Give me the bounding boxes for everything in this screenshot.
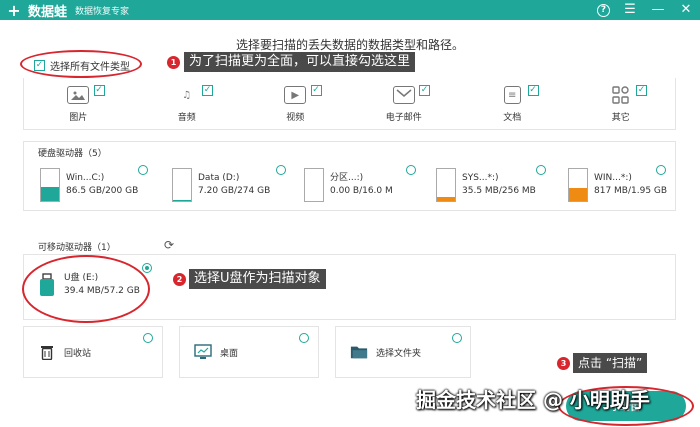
- watermark: 掘金技术社区 @ 小明助手: [416, 388, 650, 412]
- location-desktop[interactable]: 桌面: [179, 326, 319, 378]
- drive-c-radio[interactable]: [138, 165, 148, 175]
- drive-name: SYS...*:): [462, 173, 499, 183]
- file-type-label: 其它: [611, 113, 630, 123]
- drive-d-radio[interactable]: [276, 165, 286, 175]
- drive-name: 分区...:): [330, 173, 364, 183]
- location-label: 回收站: [64, 348, 92, 359]
- annotation-number-3: 3: [557, 357, 570, 370]
- drive-size: 86.5 GB/200 GB: [66, 186, 139, 196]
- document-icon: ≡: [503, 86, 521, 104]
- file-type-label: 图片: [69, 113, 88, 123]
- drive-fill: [41, 187, 59, 201]
- drive-size: 35.5 MB/256 MB: [462, 186, 536, 196]
- desktop-icon: [194, 344, 212, 359]
- location-label: 桌面: [220, 348, 239, 359]
- email-icon: [392, 86, 415, 104]
- file-type-email[interactable]: ✓ 电子邮件: [350, 78, 459, 129]
- annotation-note-1: 为了扫描更为全面，可以直接勾选这里: [184, 52, 416, 72]
- title-bar: + 数据蛙 数据恢复专家 ? ☰ — ✕: [0, 0, 700, 20]
- trash-icon: [38, 345, 56, 360]
- refresh-icon[interactable]: ⟳: [164, 238, 174, 252]
- hard-drive-title: 硬盘驱动器（5）: [38, 149, 107, 159]
- drive-partition[interactable]: 分区...:) 0.00 B/16.0 M: [304, 168, 393, 202]
- other-type-check[interactable]: ✓: [636, 85, 647, 96]
- drive-sys-radio[interactable]: [536, 165, 546, 175]
- drive-d[interactable]: Data (D:) 7.20 GB/274 GB: [172, 168, 270, 202]
- file-type-label: 文档: [503, 113, 522, 123]
- document-type-check[interactable]: ✓: [527, 85, 539, 96]
- file-type-label: 视频: [286, 113, 305, 123]
- drive-size: 7.20 GB/274 GB: [198, 186, 271, 196]
- drive-name: WIN...*:): [594, 173, 632, 183]
- recycle-bin-radio[interactable]: [143, 333, 153, 343]
- location-recycle-bin[interactable]: 回收站: [23, 326, 163, 378]
- annotation-ellipse-2: [22, 255, 150, 323]
- file-type-panel: ✓ 图片 ✓ ♫ 音频 ✓ ▶ 视频 ✓ 电子邮件 ✓ ≡ 文档 ✓ 其它: [23, 78, 676, 130]
- location-label: 选择文件夹: [376, 348, 422, 359]
- usb-drive-radio[interactable]: [142, 263, 152, 273]
- file-type-label: 音频: [177, 113, 196, 123]
- grid-icon: [610, 86, 632, 104]
- drive-name: Data (D:): [198, 173, 240, 183]
- choose-folder-radio[interactable]: [452, 333, 462, 343]
- minimize-button[interactable]: —: [650, 0, 666, 20]
- drive-icon: [40, 168, 60, 202]
- annotation-number-1: 1: [167, 56, 180, 69]
- file-type-images[interactable]: ✓ 图片: [24, 78, 133, 129]
- help-icon[interactable]: ?: [597, 3, 610, 17]
- app-name: 数据蛙: [28, 4, 68, 20]
- image-type-check[interactable]: ✓: [93, 85, 105, 96]
- drive-partition-radio[interactable]: [406, 165, 416, 175]
- drive-win[interactable]: WIN...*:) 817 MB/1.95 GB: [568, 168, 667, 202]
- menu-icon[interactable]: ☰: [622, 0, 638, 20]
- location-choose-folder[interactable]: 选择文件夹: [335, 326, 471, 378]
- app-subtitle: 数据恢复专家: [75, 6, 130, 17]
- music-icon: ♫: [182, 89, 192, 101]
- drive-name: Win...C:): [66, 173, 105, 183]
- desktop-radio[interactable]: [299, 333, 309, 343]
- drive-size: 0.00 B/16.0 M: [330, 186, 393, 196]
- removable-drive-title: 可移动驱动器（1）: [38, 243, 116, 253]
- drive-icon: [172, 168, 192, 202]
- annotation-note-3: 点击 “扫描”: [573, 353, 648, 373]
- annotation-number-2: 2: [173, 273, 186, 286]
- file-type-documents[interactable]: ✓ ≡ 文档: [458, 78, 567, 129]
- app-logo-icon: +: [7, 0, 21, 20]
- video-icon: ▶: [284, 86, 307, 104]
- audio-type-check[interactable]: ✓: [202, 85, 213, 96]
- drive-win-radio[interactable]: [656, 165, 666, 175]
- file-type-label: 电子邮件: [385, 113, 422, 123]
- drive-fill: [437, 196, 455, 201]
- image-icon: [67, 86, 90, 104]
- annotation-note-2: 选择U盘作为扫描对象: [189, 269, 326, 289]
- folder-icon: [350, 345, 368, 359]
- drive-c[interactable]: Win...C:) 86.5 GB/200 GB: [40, 168, 138, 202]
- drive-size: 817 MB/1.95 GB: [594, 186, 668, 196]
- annotation-ellipse-1: [20, 50, 142, 78]
- video-type-check[interactable]: ✓: [310, 85, 322, 96]
- drive-fill: [569, 187, 587, 201]
- drive-icon: [568, 168, 588, 202]
- drive-fill: [173, 200, 191, 201]
- file-type-other[interactable]: ✓ 其它: [567, 78, 676, 129]
- email-type-check[interactable]: ✓: [419, 85, 430, 96]
- file-type-video[interactable]: ✓ ▶ 视频: [241, 78, 350, 129]
- file-type-audio[interactable]: ✓ ♫ 音频: [133, 78, 242, 129]
- drive-icon: [436, 168, 456, 202]
- drive-icon: [304, 168, 324, 202]
- drive-sys[interactable]: SYS...*:) 35.5 MB/256 MB: [436, 168, 536, 202]
- close-button[interactable]: ✕: [678, 0, 694, 20]
